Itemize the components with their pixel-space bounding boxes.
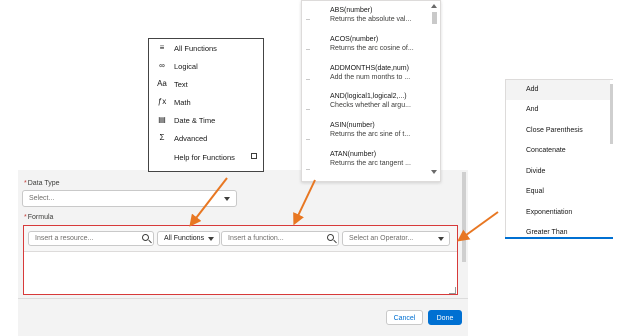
arrow-to-operator-select [457,211,499,242]
arrow-to-function-search [293,179,316,226]
arrow-to-function-category [189,177,228,227]
callout-arrows [189,177,499,242]
